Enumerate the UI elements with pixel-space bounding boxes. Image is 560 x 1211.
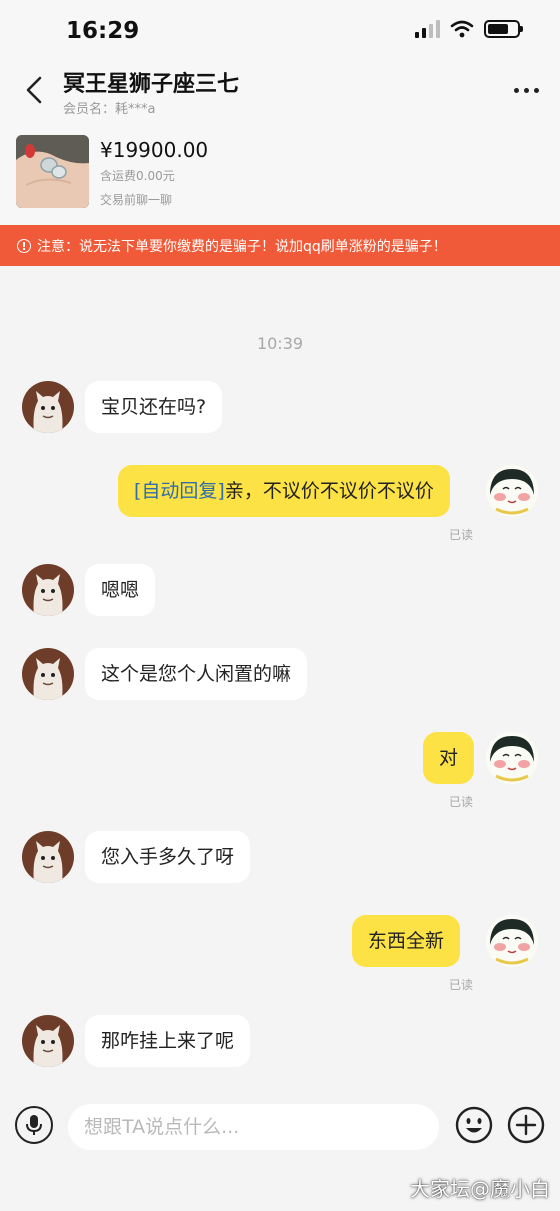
my-avatar[interactable]: [486, 465, 538, 517]
back-button[interactable]: [16, 72, 52, 108]
cat-avatar-image: [22, 564, 74, 616]
message-bubble: 对: [423, 732, 475, 784]
voice-input-button[interactable]: [15, 1106, 53, 1144]
buyer-avatar[interactable]: [22, 831, 74, 883]
alert-icon: [17, 238, 31, 253]
wifi-icon: [450, 20, 474, 38]
buyer-avatar[interactable]: [22, 564, 74, 616]
cat-avatar-image: [22, 831, 74, 883]
product-price: ¥19900.00: [100, 138, 209, 162]
more-dot-icon: [533, 87, 539, 93]
warning-banner: 注意：说无法下单要你缴费的是骗子！说加qq刷单涨粉的是骗子！: [0, 225, 560, 266]
cat-avatar-image: [22, 381, 74, 433]
emoji-button[interactable]: [455, 1106, 493, 1144]
girl-avatar-image: [486, 465, 538, 517]
more-dot-icon: [513, 87, 519, 93]
girl-avatar-image: [486, 732, 538, 784]
buyer-avatar[interactable]: [22, 648, 74, 700]
my-avatar[interactable]: [486, 732, 538, 784]
message-bubble: 嗯嗯: [85, 564, 156, 616]
shipping-fee: 含运费0.00元: [100, 169, 175, 183]
status-icons: [415, 20, 523, 38]
battery-icon: [484, 20, 523, 38]
buyer-avatar[interactable]: [22, 1015, 74, 1067]
seller-name: 冥王星狮子座三七: [63, 72, 240, 97]
my-avatar[interactable]: [486, 915, 538, 967]
message-bubble: 宝贝还在吗?: [85, 381, 223, 433]
cat-avatar-image: [22, 1015, 74, 1067]
chevron-left-icon: [26, 76, 42, 104]
plus-circle-icon: [507, 1106, 545, 1144]
warning-text: 注意：说无法下单要你缴费的是骗子！说加qq刷单涨粉的是骗子！: [37, 238, 447, 255]
auto-reply-tag: [自动回复]: [134, 480, 225, 502]
watermark: 大家坛@魔小白: [410, 1177, 550, 1201]
more-options-button[interactable]: [510, 76, 542, 104]
message-bubble: 您入手多久了呀: [85, 831, 251, 883]
signal-icon: [415, 20, 440, 38]
message-bubble: 那咋挂上来了呢: [85, 1015, 251, 1067]
message-input[interactable]: [68, 1104, 439, 1150]
read-receipt: 已读: [449, 795, 474, 809]
product-thumbnail[interactable]: [16, 135, 89, 208]
more-functions-button[interactable]: [507, 1106, 545, 1144]
buyer-avatar[interactable]: [22, 381, 74, 433]
status-time: 16:29: [66, 18, 140, 44]
message-bubble: 这个是您个人闲置的嘛: [85, 648, 308, 700]
read-receipt: 已读: [449, 528, 474, 542]
message-bubble: 东西全新: [352, 915, 461, 967]
cat-avatar-image: [22, 648, 74, 700]
member-name: 会员名：耗***a: [63, 102, 156, 117]
trade-note: 交易前聊一聊: [100, 193, 173, 207]
ring-hand-image: [16, 135, 89, 208]
smiley-icon: [455, 1106, 493, 1144]
read-receipt: 已读: [449, 978, 474, 992]
microphone-icon: [26, 1115, 42, 1135]
more-dot-icon: [523, 87, 529, 93]
chat-timestamp: 10:39: [256, 334, 304, 353]
girl-avatar-image: [486, 915, 538, 967]
message-bubble: [自动回复]亲，不议价不议价不议价: [118, 465, 450, 517]
